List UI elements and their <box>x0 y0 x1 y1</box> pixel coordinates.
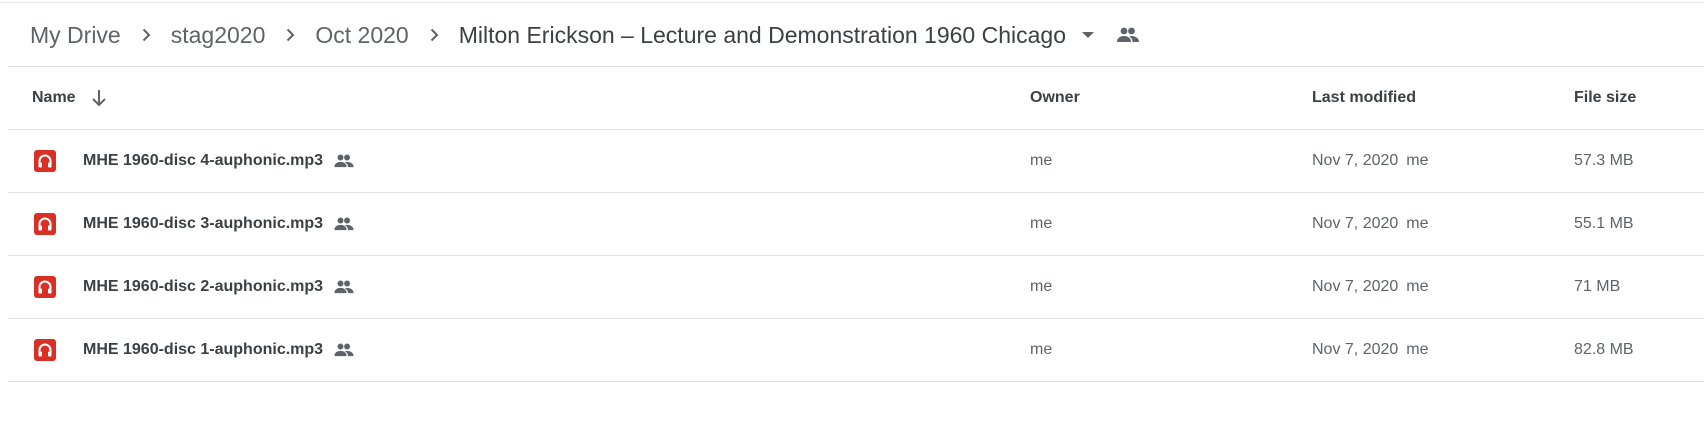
chevron-right-icon <box>265 28 315 42</box>
drive-folder-view: My Drive stag2020 Oct 2020 Milton Ericks… <box>0 0 1704 430</box>
file-size-cell: 57.3 MB <box>1574 152 1634 169</box>
table-body: MHE 1960-disc 4-auphonic.mp3 me Nov 7, 2… <box>8 130 1704 382</box>
file-size-cell: 82.8 MB <box>1574 341 1634 358</box>
top-divider <box>0 2 1704 3</box>
modified-by: me <box>1406 152 1429 169</box>
chevron-right-icon <box>121 28 171 42</box>
modified-by: me <box>1406 278 1429 295</box>
audio-file-icon <box>34 150 56 172</box>
people-icon <box>333 339 355 361</box>
column-header-name[interactable]: Name <box>32 67 110 129</box>
caret-down-icon[interactable] <box>1076 23 1100 47</box>
modified-date: Nov 7, 2020 <box>1312 215 1399 232</box>
owner-cell: me <box>1030 152 1053 169</box>
breadcrumb-oct-2020[interactable]: Oct 2020 <box>315 22 408 49</box>
arrow-down-icon[interactable] <box>88 87 110 109</box>
column-header-owner[interactable]: Owner <box>1030 67 1080 129</box>
people-icon[interactable] <box>1114 21 1142 49</box>
audio-file-icon <box>34 213 56 235</box>
table-row[interactable]: MHE 1960-disc 3-auphonic.mp3 me Nov 7, 2… <box>8 193 1704 256</box>
table-row[interactable]: MHE 1960-disc 2-auphonic.mp3 me Nov 7, 2… <box>8 256 1704 319</box>
column-header-last-modified[interactable]: Last modified <box>1312 67 1416 129</box>
file-name: MHE 1960-disc 4-auphonic.mp3 <box>83 152 324 169</box>
chevron-right-icon <box>409 28 459 42</box>
file-name-cell: MHE 1960-disc 3-auphonic.mp3 <box>34 193 355 255</box>
table-row[interactable]: MHE 1960-disc 1-auphonic.mp3 me Nov 7, 2… <box>8 319 1704 382</box>
file-size-cell: 55.1 MB <box>1574 215 1634 232</box>
file-name: MHE 1960-disc 3-auphonic.mp3 <box>83 215 324 232</box>
file-name: MHE 1960-disc 2-auphonic.mp3 <box>83 278 324 295</box>
people-icon <box>333 276 355 298</box>
modified-date: Nov 7, 2020 <box>1312 278 1399 295</box>
audio-file-icon <box>34 339 56 361</box>
file-name-cell: MHE 1960-disc 4-auphonic.mp3 <box>34 130 355 192</box>
breadcrumb-current-folder[interactable]: Milton Erickson – Lecture and Demonstrat… <box>459 22 1066 49</box>
file-table: Name Owner Last modified File size MHE 1… <box>8 67 1704 382</box>
column-header-name-label: Name <box>32 89 76 106</box>
table-row[interactable]: MHE 1960-disc 4-auphonic.mp3 me Nov 7, 2… <box>8 130 1704 193</box>
breadcrumb-stag2020[interactable]: stag2020 <box>171 22 266 49</box>
file-name: MHE 1960-disc 1-auphonic.mp3 <box>83 341 324 358</box>
audio-file-icon <box>34 276 56 298</box>
breadcrumb: My Drive stag2020 Oct 2020 Milton Ericks… <box>30 12 1142 58</box>
people-icon <box>333 150 355 172</box>
people-icon <box>333 213 355 235</box>
owner-cell: me <box>1030 341 1053 358</box>
breadcrumb-my-drive[interactable]: My Drive <box>30 22 121 49</box>
file-size-cell: 71 MB <box>1574 278 1621 295</box>
last-modified-cell: Nov 7, 2020 me <box>1312 256 1429 318</box>
file-name-cell: MHE 1960-disc 1-auphonic.mp3 <box>34 319 355 381</box>
table-header: Name Owner Last modified File size <box>8 67 1704 130</box>
column-header-file-size[interactable]: File size <box>1574 67 1636 129</box>
modified-by: me <box>1406 341 1429 358</box>
last-modified-cell: Nov 7, 2020 me <box>1312 193 1429 255</box>
modified-date: Nov 7, 2020 <box>1312 341 1399 358</box>
owner-cell: me <box>1030 215 1053 232</box>
last-modified-cell: Nov 7, 2020 me <box>1312 130 1429 192</box>
owner-cell: me <box>1030 278 1053 295</box>
modified-by: me <box>1406 215 1429 232</box>
modified-date: Nov 7, 2020 <box>1312 152 1399 169</box>
file-name-cell: MHE 1960-disc 2-auphonic.mp3 <box>34 256 355 318</box>
last-modified-cell: Nov 7, 2020 me <box>1312 319 1429 381</box>
